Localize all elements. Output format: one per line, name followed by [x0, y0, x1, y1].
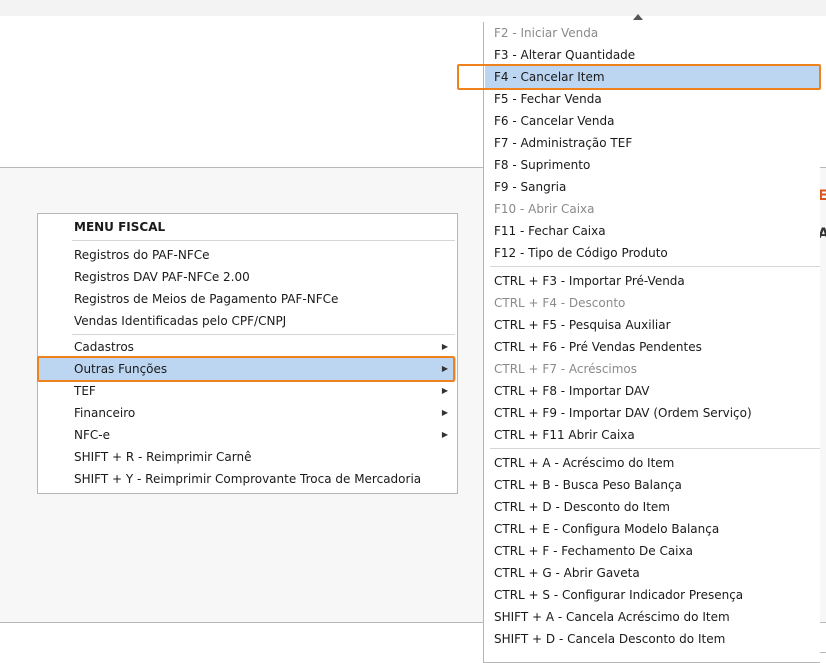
menu-item-label: Outras Funções: [74, 362, 168, 376]
outras-funcoes-submenu: F2 - Iniciar Venda F3 - Alterar Quantidad…: [457, 22, 821, 663]
menu-item-cadastros[interactable]: Cadastros ▶: [39, 336, 456, 358]
submenu-item-f10-abrir-caixa: F10 - Abrir Caixa: [494, 202, 595, 216]
submenu-item-ctrl-f3-importar-pre-venda[interactable]: CTRL + F3 - Importar Pré-Venda: [485, 270, 819, 292]
fiscal-menu: MENU FISCAL Registros do PAF-NFCe Registro…: [37, 213, 458, 494]
submenu-item-ctrl-f-fechamento-de-caixa[interactable]: CTRL + F - Fechamento De Caixa: [485, 540, 819, 562]
menu-item-tef[interactable]: TEF ▶: [39, 380, 456, 402]
submenu-arrow-icon: ▶: [441, 386, 448, 395]
menu-separator: [72, 240, 455, 241]
submenu-item-f9-sangria[interactable]: F9 - Sangria: [485, 176, 819, 198]
submenu-item-ctrl-f7-acrescimos: CTRL + F7 - Acréscimos: [494, 362, 638, 376]
submenu-item-f8-suprimento[interactable]: F8 - Suprimento: [485, 154, 819, 176]
submenu-item-ctrl-g-abrir-gaveta[interactable]: CTRL + G - Abrir Gaveta: [485, 562, 819, 584]
menu-item-registros-dav-paf-nfce-2-00[interactable]: Registros DAV PAF-NFCe 2.00: [39, 266, 456, 288]
submenu-item-f6-cancelar-venda[interactable]: F6 - Cancelar Venda: [485, 110, 819, 132]
submenu-item-f11-fechar-caixa[interactable]: F11 - Fechar Caixa: [485, 220, 819, 242]
menu-item-outras-funcoes[interactable]: Outras Funções ▶: [39, 358, 456, 380]
menu-item-label: Financeiro: [74, 406, 136, 420]
menu-item-label: NFC-e: [74, 428, 110, 442]
menu-separator: [72, 334, 455, 335]
menu-item-label: Cadastros: [74, 340, 134, 354]
submenu-item-ctrl-f9-importar-dav-ordem-servico[interactable]: CTRL + F9 - Importar DAV (Ordem Serviço): [485, 402, 819, 424]
menu-item-registros-de-meios-de-pagamento-paf-nfce[interactable]: Registros de Meios de Pagamento PAF-NFCe: [39, 288, 456, 310]
submenu-item-ctrl-f11-abrir-caixa[interactable]: CTRL + F11 Abrir Caixa: [485, 424, 819, 446]
menu-item-nfc-e[interactable]: NFC-e ▶: [39, 424, 456, 446]
menu-item-registros-do-paf-nfce[interactable]: Registros do PAF-NFCe: [39, 244, 456, 266]
submenu-item-shift-d-cancela-desconto-do-item[interactable]: SHIFT + D - Cancela Desconto do Item: [485, 628, 819, 650]
menu-item-label: TEF: [74, 384, 96, 398]
submenu-item-ctrl-d-desconto-do-item[interactable]: CTRL + D - Desconto do Item: [485, 496, 819, 518]
submenu-item-ctrl-f5-pesquisa-auxiliar[interactable]: CTRL + F5 - Pesquisa Auxiliar: [485, 314, 819, 336]
scroll-up-icon[interactable]: [633, 14, 643, 20]
submenu-arrow-icon: ▶: [441, 430, 448, 439]
submenu-item-ctrl-e-configura-modelo-balanca[interactable]: CTRL + E - Configura Modelo Balança: [485, 518, 819, 540]
menu-item-vendas-identificadas-pelo-cpf-cnpj[interactable]: Vendas Identificadas pelo CPF/CNPJ: [39, 310, 456, 332]
submenu-separator: [490, 266, 820, 267]
top-toolbar-strip: [0, 0, 826, 16]
submenu-item-f2-iniciar-venda: F2 - Iniciar Venda: [494, 26, 599, 40]
submenu-item-ctrl-a-acrescimo-do-item[interactable]: CTRL + A - Acréscimo do Item: [485, 452, 819, 474]
submenu-item-f4-cancelar-item[interactable]: F4 - Cancelar Item: [485, 66, 819, 88]
submenu-item-f7-administracao-tef[interactable]: F7 - Administração TEF: [485, 132, 819, 154]
menu-item-financeiro[interactable]: Financeiro ▶: [39, 402, 456, 424]
submenu-item-ctrl-b-busca-peso-balanca[interactable]: CTRL + B - Busca Peso Balança: [485, 474, 819, 496]
menu-item-shift-y-reimprimir-comprovante-troca-de-mercadoria[interactable]: SHIFT + Y - Reimprimir Comprovante Troca…: [39, 468, 456, 490]
menu-item-shift-r-reimprimir-carne[interactable]: SHIFT + R - Reimprimir Carnê: [39, 446, 456, 468]
submenu-item-ctrl-f6-pre-vendas-pendentes[interactable]: CTRL + F6 - Pré Vendas Pendentes: [485, 336, 819, 358]
submenu-arrow-icon: ▶: [441, 364, 448, 373]
submenu-item-ctrl-f8-importar-dav[interactable]: CTRL + F8 - Importar DAV: [485, 380, 819, 402]
menu-header: MENU FISCAL: [74, 220, 166, 234]
submenu-item-ctrl-f4-desconto: CTRL + F4 - Desconto: [494, 296, 626, 310]
submenu-item-f5-fechar-venda[interactable]: F5 - Fechar Venda: [485, 88, 819, 110]
submenu-item-f3-alterar-quantidade[interactable]: F3 - Alterar Quantidade: [485, 44, 819, 66]
submenu-arrow-icon: ▶: [441, 342, 448, 351]
submenu-item-ctrl-s-configurar-indicador-presenca[interactable]: CTRL + S - Configurar Indicador Presença: [485, 584, 819, 606]
menu-item-label: SHIFT + Y - Reimprimir Comprovante Troca…: [74, 472, 422, 486]
submenu-item-shift-a-cancela-acrescimo-do-item[interactable]: SHIFT + A - Cancela Acréscimo do Item: [485, 606, 819, 628]
menu-item-label: SHIFT + R - Reimprimir Carnê: [74, 450, 252, 464]
submenu-item-f12-tipo-de-codigo-produto[interactable]: F12 - Tipo de Código Produto: [485, 242, 819, 264]
submenu-arrow-icon: ▶: [441, 408, 448, 417]
submenu-separator: [490, 448, 820, 449]
